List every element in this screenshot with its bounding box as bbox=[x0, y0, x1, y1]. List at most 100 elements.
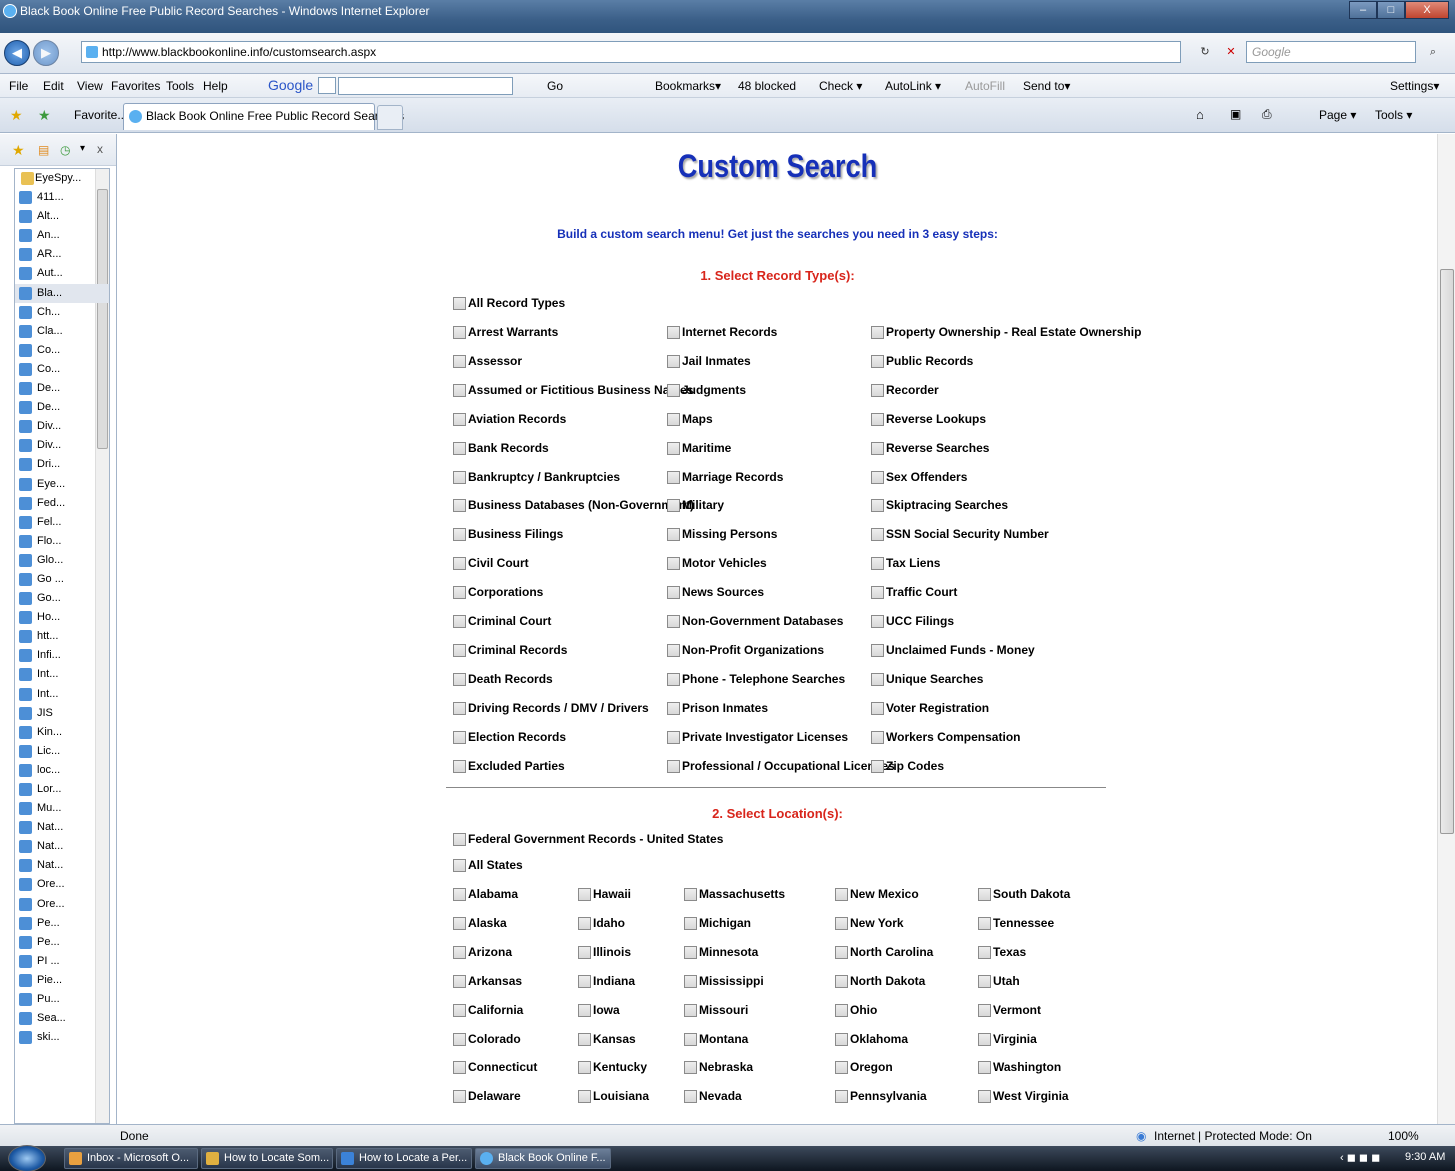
checkbox-record-type[interactable]: Phone - Telephone Searches bbox=[667, 672, 845, 688]
checkbox-federal[interactable]: Federal Government Records - United Stat… bbox=[453, 832, 723, 848]
menu-favorites[interactable]: Favorites bbox=[111, 79, 160, 93]
favorite-item[interactable]: Flo... bbox=[15, 532, 109, 551]
checkbox-state[interactable]: Louisiana bbox=[578, 1089, 649, 1105]
favorite-item[interactable]: Div... bbox=[15, 417, 109, 436]
checkbox-state[interactable]: Mississippi bbox=[684, 974, 764, 990]
refresh-icon[interactable]: ↻ bbox=[1196, 43, 1214, 61]
back-button[interactable]: ◀ bbox=[4, 40, 30, 66]
checkbox-record-type[interactable]: Traffic Court bbox=[871, 585, 957, 601]
favorite-item[interactable]: ski... bbox=[15, 1028, 109, 1047]
checkbox-record-type[interactable]: Workers Compensation bbox=[871, 730, 1020, 746]
checkbox-record-type[interactable]: Reverse Searches bbox=[871, 441, 989, 457]
favorite-item[interactable]: Glo... bbox=[15, 551, 109, 570]
checkbox-state[interactable]: Utah bbox=[978, 974, 1020, 990]
favorite-item[interactable]: loc... bbox=[15, 761, 109, 780]
checkbox-state[interactable]: Alabama bbox=[453, 887, 518, 903]
checkbox-record-type[interactable]: Death Records bbox=[453, 672, 553, 688]
checkbox-record-type[interactable]: Maps bbox=[667, 412, 713, 428]
favorite-item[interactable]: Bla... bbox=[15, 283, 109, 303]
checkbox-record-type[interactable]: Unclaimed Funds - Money bbox=[871, 643, 1035, 659]
checkbox-state[interactable]: South Dakota bbox=[978, 887, 1070, 903]
scroll-thumb[interactable] bbox=[1440, 269, 1454, 834]
address-input[interactable]: http://www.blackbookonline.info/customse… bbox=[81, 41, 1181, 63]
checkbox-state[interactable]: North Dakota bbox=[835, 974, 925, 990]
bookmarks-button[interactable]: Bookmarks▾ bbox=[655, 79, 721, 93]
checkbox-record-type[interactable]: Motor Vehicles bbox=[667, 556, 767, 572]
page-menu[interactable]: Page ▾ bbox=[1319, 108, 1356, 122]
checkbox-record-type[interactable]: Internet Records bbox=[667, 325, 777, 341]
checkbox-state[interactable]: Indiana bbox=[578, 974, 635, 990]
close-button[interactable]: X bbox=[1405, 1, 1449, 19]
checkbox-record-type[interactable]: Voter Registration bbox=[871, 701, 989, 717]
favorite-item[interactable]: PI ... bbox=[15, 952, 109, 971]
favorite-item[interactable]: Pie... bbox=[15, 971, 109, 990]
checkbox-state[interactable]: Oklahoma bbox=[835, 1032, 908, 1048]
favorite-item[interactable]: Int... bbox=[15, 665, 109, 684]
taskbar-item-howto1[interactable]: How to Locate Som... bbox=[201, 1148, 333, 1169]
favorite-item[interactable]: De... bbox=[15, 379, 109, 398]
settings-button[interactable]: Settings▾ bbox=[1390, 79, 1439, 93]
checkbox-record-type[interactable]: Skiptracing Searches bbox=[871, 498, 1008, 514]
checkbox-record-type[interactable]: Corporations bbox=[453, 585, 543, 601]
checkbox-state[interactable]: Connecticut bbox=[453, 1060, 537, 1076]
favorite-item[interactable]: Nat... bbox=[15, 856, 109, 875]
menu-edit[interactable]: Edit bbox=[43, 79, 64, 93]
favorites-star-icon[interactable]: ★ bbox=[10, 107, 23, 124]
checkbox-state[interactable]: Hawaii bbox=[578, 887, 631, 903]
checkbox-all-record-types[interactable]: All Record Types bbox=[453, 296, 565, 312]
checkbox-state[interactable]: Idaho bbox=[578, 916, 625, 932]
checkbox-record-type[interactable]: Public Records bbox=[871, 354, 973, 370]
favorite-item[interactable]: Cla... bbox=[15, 322, 109, 341]
checkbox-state[interactable]: Iowa bbox=[578, 1003, 620, 1019]
favorite-item[interactable]: Pe... bbox=[15, 914, 109, 933]
favorite-item[interactable]: Dri... bbox=[15, 455, 109, 474]
checkbox-state[interactable]: Massachusetts bbox=[684, 887, 785, 903]
checkbox-record-type[interactable]: Recorder bbox=[871, 383, 939, 399]
send-to-button[interactable]: Send to▾ bbox=[1023, 79, 1070, 93]
favorite-item[interactable]: Nat... bbox=[15, 837, 109, 856]
feeds-icon[interactable]: ▣ bbox=[1230, 107, 1241, 121]
history-dropdown[interactable]: ▾ bbox=[80, 143, 85, 154]
menu-help[interactable]: Help bbox=[203, 79, 228, 93]
favorite-item[interactable]: Lic... bbox=[15, 742, 109, 761]
checkbox-state[interactable]: Delaware bbox=[453, 1089, 521, 1105]
favorite-item[interactable]: Ore... bbox=[15, 895, 109, 914]
new-tab-button[interactable] bbox=[377, 105, 403, 130]
checkbox-state[interactable]: Kansas bbox=[578, 1032, 636, 1048]
favorite-item[interactable]: Fed... bbox=[15, 494, 109, 513]
google-dropdown[interactable] bbox=[318, 77, 336, 94]
favorite-item[interactable]: Kin... bbox=[15, 723, 109, 742]
checkbox-record-type[interactable]: Aviation Records bbox=[453, 412, 566, 428]
checkbox-state[interactable]: Texas bbox=[978, 945, 1026, 961]
security-zone[interactable]: Internet | Protected Mode: On bbox=[1154, 1129, 1312, 1143]
close-sidebar-icon[interactable]: x bbox=[97, 142, 103, 156]
checkbox-record-type[interactable]: Missing Persons bbox=[667, 527, 777, 543]
favorite-item[interactable]: Int... bbox=[15, 685, 109, 704]
checkbox-record-type[interactable]: Unique Searches bbox=[871, 672, 983, 688]
taskbar-item-ie[interactable]: Black Book Online F... bbox=[475, 1148, 611, 1169]
favorite-item[interactable]: De... bbox=[15, 398, 109, 417]
checkbox-record-type[interactable]: Non-Profit Organizations bbox=[667, 643, 824, 659]
search-icon[interactable]: ⌕ bbox=[1424, 43, 1442, 61]
favorite-item[interactable]: Go ... bbox=[15, 570, 109, 589]
checkbox-state[interactable]: Vermont bbox=[978, 1003, 1041, 1019]
checkbox-state[interactable]: Oregon bbox=[835, 1060, 893, 1076]
checkbox-record-type[interactable]: Business Databases (Non-Government) bbox=[453, 498, 694, 514]
autofill-button[interactable]: AutoFill bbox=[965, 79, 1005, 93]
favorite-item[interactable]: Pe... bbox=[15, 933, 109, 952]
page-scrollbar[interactable] bbox=[1437, 134, 1455, 1124]
favorite-item[interactable]: An... bbox=[15, 226, 109, 245]
checkbox-record-type[interactable]: Election Records bbox=[453, 730, 566, 746]
checkbox-state[interactable]: West Virginia bbox=[978, 1089, 1069, 1105]
favorites-bar-link[interactable]: Favorite... bbox=[74, 108, 127, 122]
checkbox-record-type[interactable]: Professional / Occupational Licenses bbox=[667, 759, 895, 775]
checkbox-record-type[interactable]: Business Filings bbox=[453, 527, 563, 543]
checkbox-all-states[interactable]: All States bbox=[453, 858, 523, 874]
popup-blocker-count[interactable]: 48 blocked bbox=[738, 79, 796, 93]
checkbox-state[interactable]: Colorado bbox=[453, 1032, 521, 1048]
checkbox-record-type[interactable]: Reverse Lookups bbox=[871, 412, 986, 428]
favorite-item[interactable]: Eye... bbox=[15, 475, 109, 494]
checkbox-state[interactable]: Arkansas bbox=[453, 974, 522, 990]
checkbox-state[interactable]: Virginia bbox=[978, 1032, 1037, 1048]
autolink-button[interactable]: AutoLink ▾ bbox=[885, 79, 941, 93]
